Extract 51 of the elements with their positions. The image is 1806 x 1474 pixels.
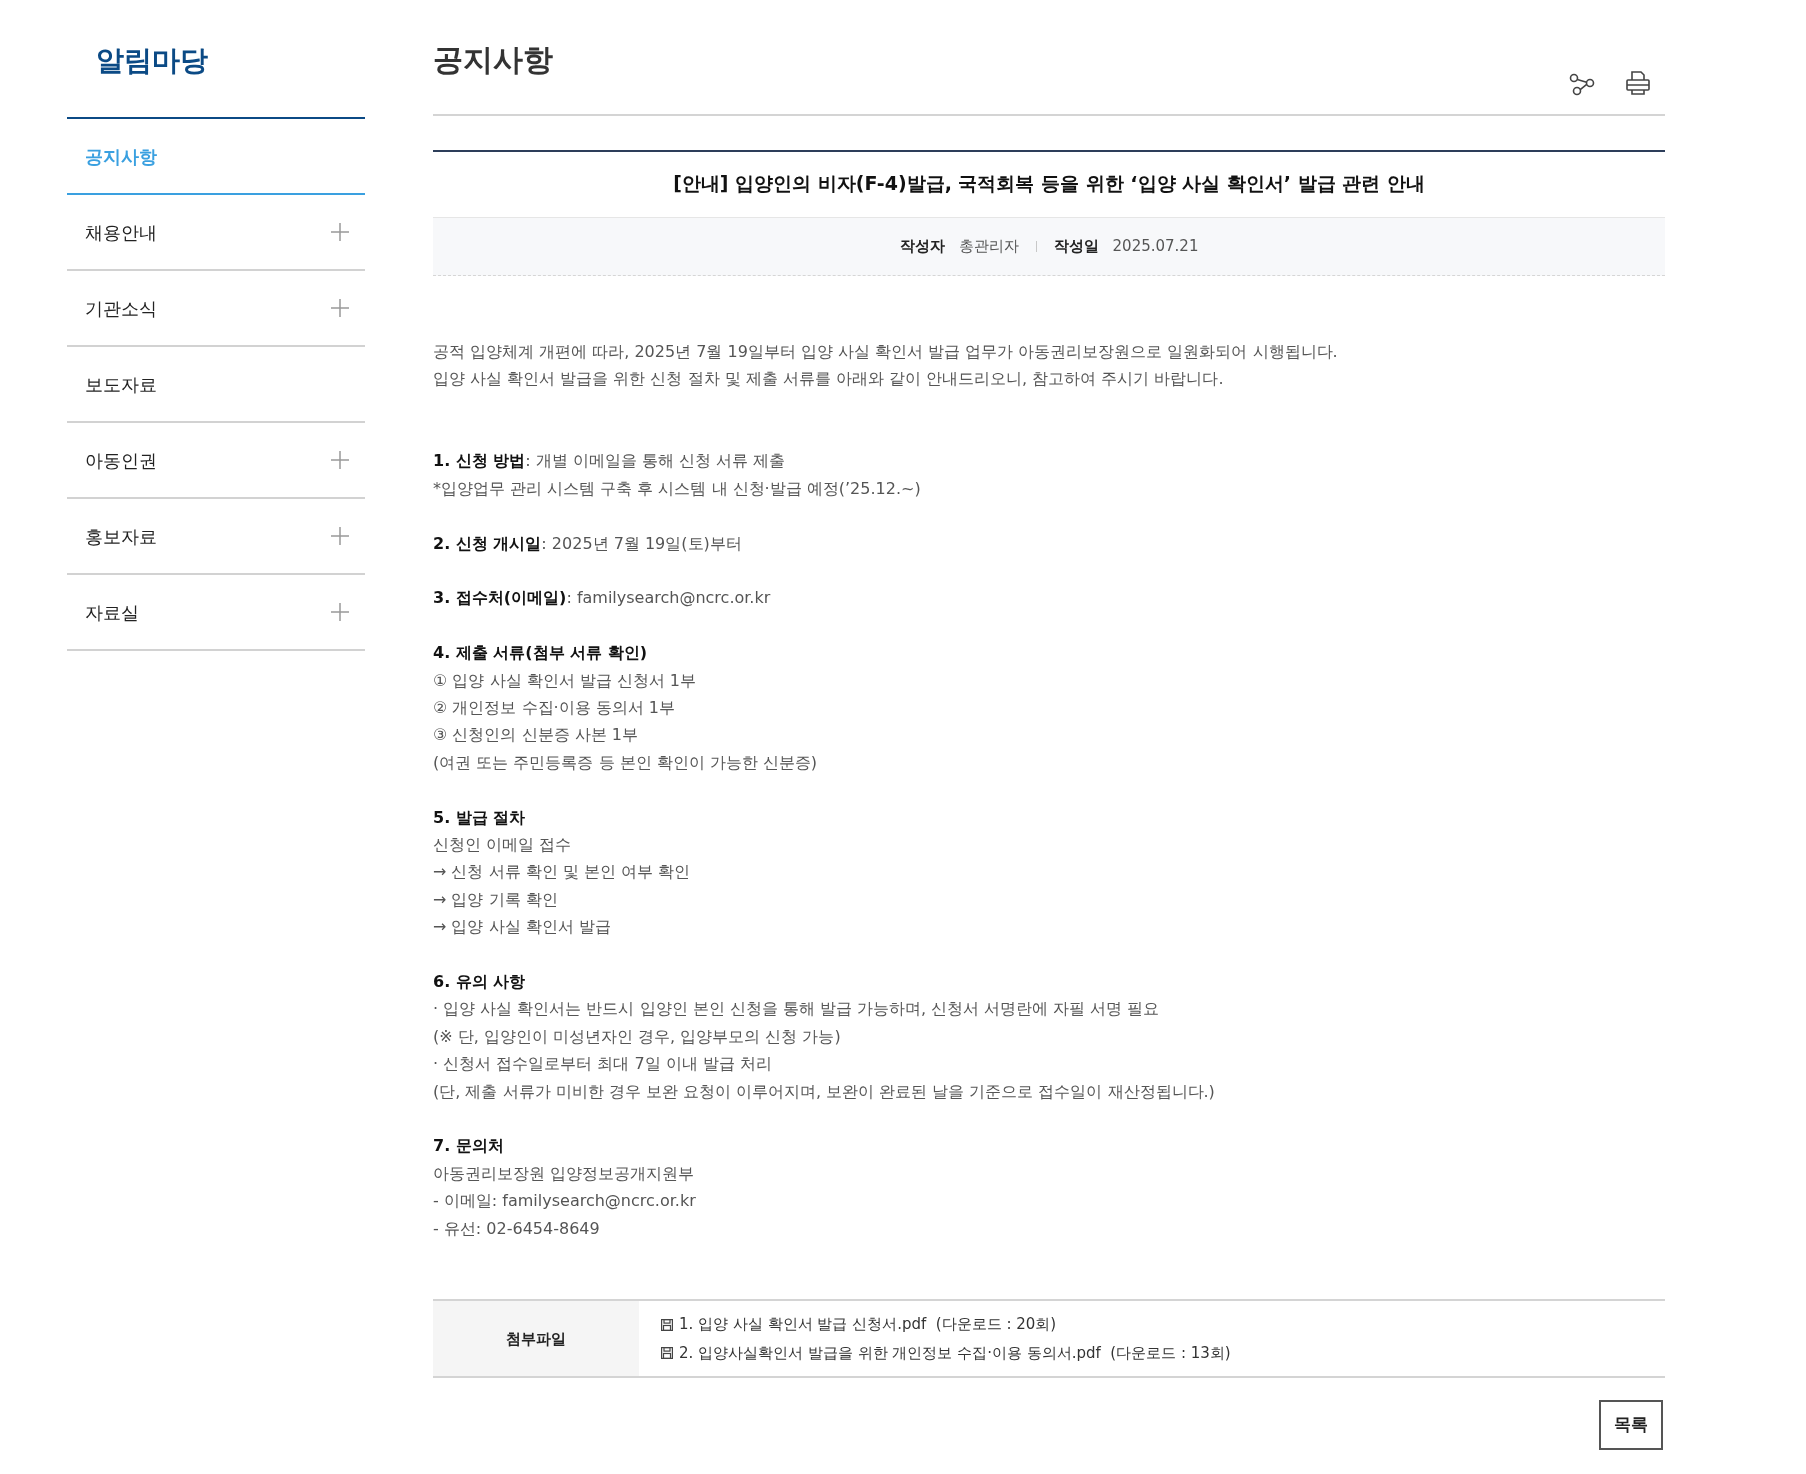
body-text-line: - 이메일: familysearch@ncrc.or.kr: [433, 1190, 697, 1213]
plus-icon: [331, 527, 349, 545]
save-icon: [661, 1318, 673, 1331]
body-text-line: → 입양 기록 확인: [433, 888, 559, 911]
sidebar-item[interactable]: 보도자료: [67, 347, 365, 423]
print-button[interactable]: [1625, 70, 1651, 96]
attachments-label: 첨부파일: [433, 1301, 639, 1377]
sidebar-item[interactable]: 아동인권: [67, 423, 365, 499]
sidebar-item[interactable]: 채용안내: [67, 195, 365, 271]
body-text-line: → 신청 서류 확인 및 본인 여부 확인: [433, 861, 691, 884]
attachment-link[interactable]: 2. 입양사실확인서 발급을 위한 개인정보 수집·이용 동의서.pdf (다운로드 : 13회): [661, 1342, 1231, 1365]
body-text-line: 공적 입양체계 개편에 따라, 2025년 7월 19일부터 입양 사실 확인서 발급 업무가 아동권리보장원으로 일원화되어 시행됩니다.: [433, 340, 1339, 363]
body-text-line: 입양 사실 확인서 발급을 위한 신청 절차 및 제출 서류를 아래와 같이 안내드리오니, 참고하여 주시기 바랍니다.: [433, 368, 1225, 391]
body-text-line: 아동권리보장원 입양정보공개지원부: [433, 1162, 696, 1185]
section-heading: 4. 제출 서류(첨부 서류 확인): [433, 642, 649, 665]
plus-icon: [331, 603, 349, 621]
body-text-line: (여권 또는 주민등록증 등 본인 확인이 가능한 신분증): [433, 751, 819, 774]
post-title: [안내] 입양인의 비자(F-4)발급, 국적회복 등을 위한 ‘입양 사실 확인서’ 발급 관련 안내: [433, 152, 1665, 218]
body-text-line: · 입양 사실 확인서는 반드시 입양인 본인 신청을 통해 발급 가능하며, 신청서 서명란에 자필 서명 필요: [433, 998, 1161, 1021]
section-heading: 6. 유의 사항: [433, 971, 527, 994]
section-heading: 7. 문의처: [433, 1135, 505, 1158]
plus-icon: [331, 299, 349, 317]
sidebar-item[interactable]: 자료실: [67, 575, 365, 651]
body-text-line: → 입양 사실 확인서 발급: [433, 916, 612, 939]
meta-label: 작성자: [899, 236, 945, 258]
body-text-line: - 유선: 02-6454-8649: [433, 1217, 601, 1240]
body-text-line: · 신청서 접수일로부터 최대 7일 이내 발급 처리: [433, 1053, 773, 1076]
save-icon: [661, 1347, 673, 1360]
plus-icon: [331, 451, 349, 469]
body-text-line: 2. 신청 개시일: 2025년 7월 19일(토)부터: [433, 532, 743, 555]
page-title: 공지사항: [433, 41, 553, 78]
print-icon: [1625, 70, 1651, 96]
body-text-line: ① 입양 사실 확인서 발급 신청서 1부: [433, 669, 698, 692]
section-heading: 5. 발급 절차: [433, 806, 527, 829]
meta-value: 총관리자: [958, 236, 1019, 258]
meta-label: 작성일: [1053, 236, 1099, 258]
section-title: 알림마당: [95, 43, 209, 79]
body-text-line: (단, 제출 서류가 미비한 경우 보완 요청이 이루어지며, 보완이 완료된 날을 기준으로 접수일이 재산정됩니다.): [433, 1080, 1216, 1103]
list-button[interactable]: 목록: [1599, 1400, 1663, 1450]
body-text-line: 3. 접수처(이메일): familysearch@ncrc.or.kr: [433, 587, 772, 610]
sidebar-item[interactable]: 기관소식: [67, 271, 365, 347]
body-text-line: 1. 신청 방법: 개별 이메일을 통해 신청 서류 제출: [433, 450, 787, 473]
body-text-line: ② 개인정보 수집·이용 동의서 1부: [433, 697, 676, 719]
meta-value: 2025.07.21: [1112, 236, 1199, 258]
body-text-line: ③ 신청인의 신분증 사본 1부: [433, 724, 639, 747]
body-text-line: (※ 단, 입양인이 미성년자인 경우, 입양부모의 신청 가능): [433, 1025, 842, 1048]
attachment-link[interactable]: 1. 입양 사실 확인서 발급 신청서.pdf (다운로드 : 20회): [661, 1313, 1231, 1336]
body-text-line: *입양업무 관리 시스템 구축 후 시스템 내 신청·발급 예정(’25.12.~): [433, 477, 922, 500]
body-text-line: 신청인 이메일 접수: [433, 834, 573, 857]
plus-icon: [331, 223, 349, 241]
sidebar-item[interactable]: 홍보자료: [67, 499, 365, 575]
